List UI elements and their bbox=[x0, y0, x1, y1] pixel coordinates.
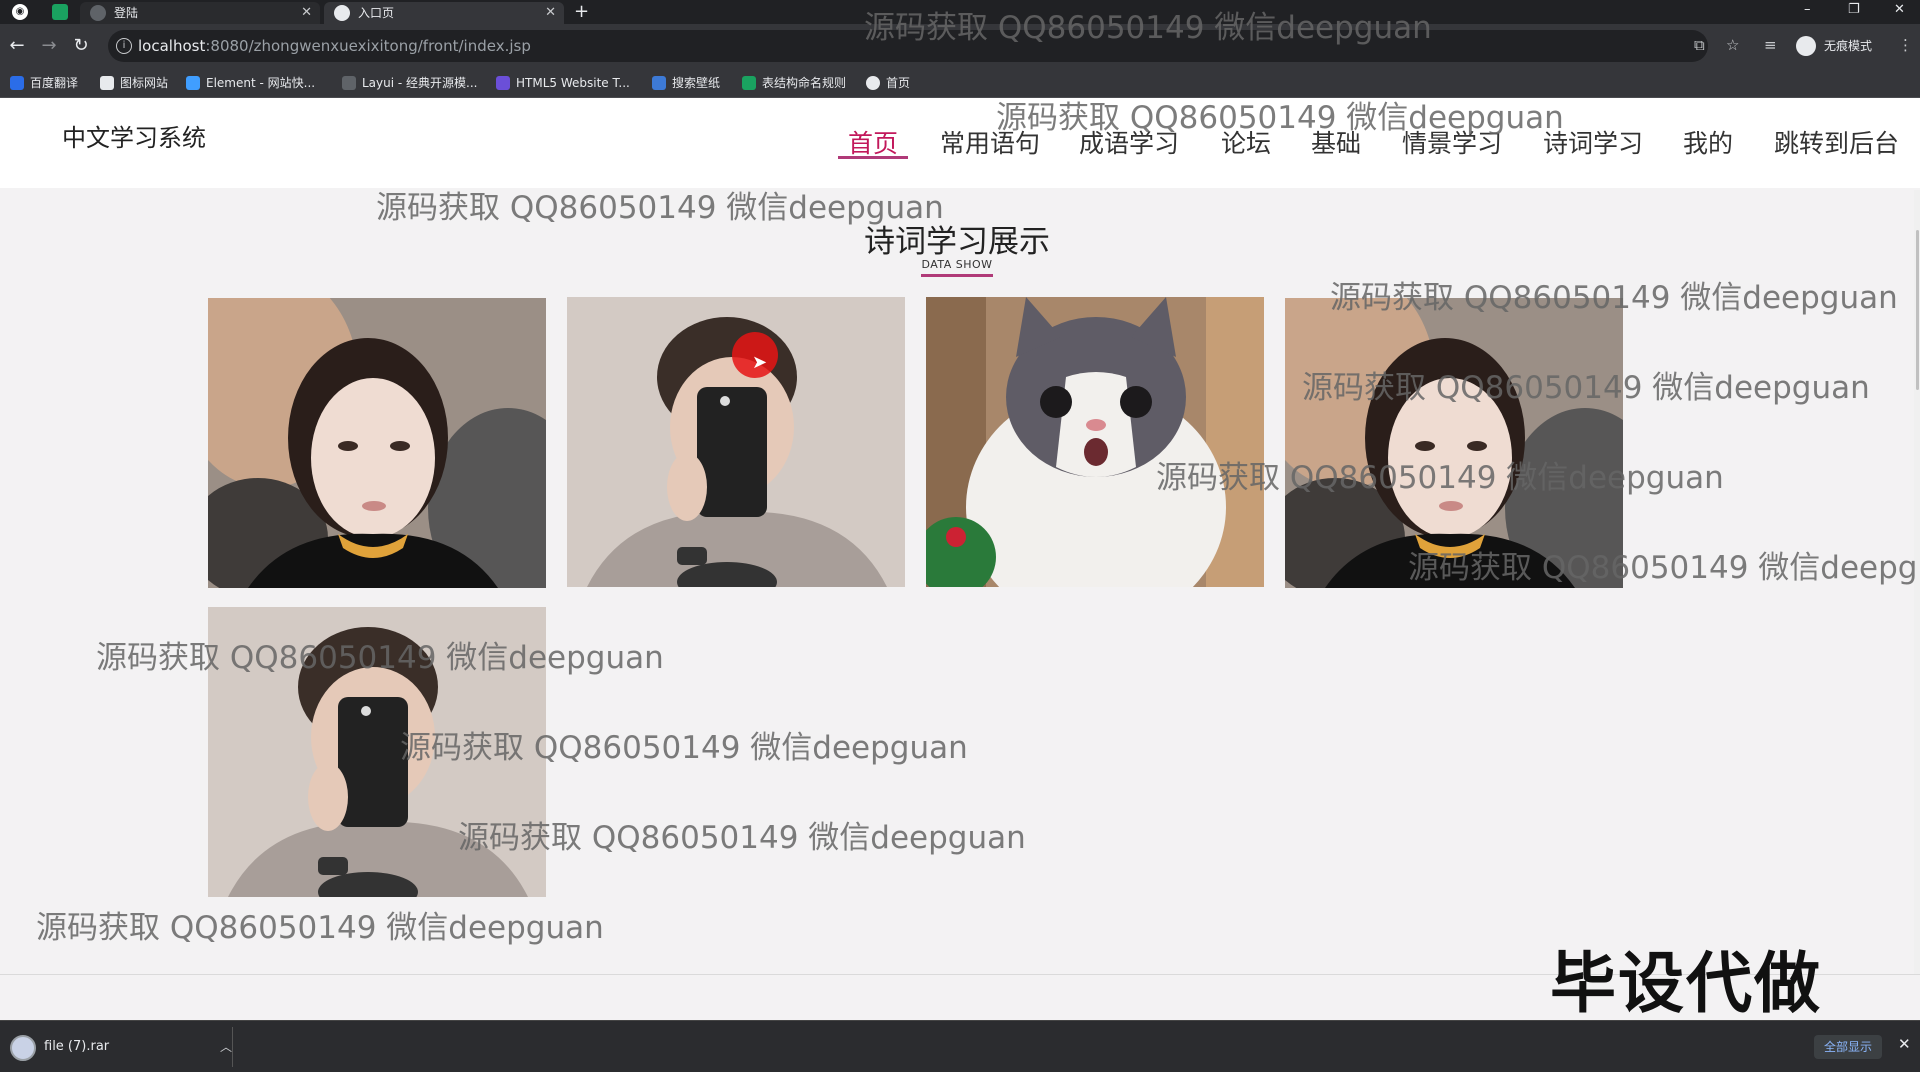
nav-scenario[interactable]: 情景学习 bbox=[1402, 124, 1502, 160]
tab-login[interactable]: 登陆 ✕ bbox=[80, 2, 320, 24]
promo-stamp: 毕设代做 bbox=[1550, 945, 1822, 1022]
nav-basics[interactable]: 基础 bbox=[1311, 124, 1361, 160]
site-header: 中文学习系统 首页 常用语句 成语学习 论坛 基础 情景学习 诗词学习 我的 跳… bbox=[0, 98, 1920, 188]
incognito-label: 无痕模式 bbox=[1824, 39, 1873, 53]
wallpaper-bookmark-icon bbox=[652, 76, 666, 90]
incognito-badge[interactable]: 无痕模式 bbox=[1796, 32, 1872, 60]
translate-icon[interactable]: ⧉ bbox=[1694, 36, 1705, 54]
sheet-bookmark-icon bbox=[742, 76, 756, 90]
browser-menu-kebab-icon[interactable]: ⋮ bbox=[1898, 36, 1913, 54]
translate-bookmark-icon bbox=[10, 76, 24, 90]
active-nav-underline bbox=[838, 156, 908, 159]
tab-label: 入口页 bbox=[358, 6, 395, 20]
scrollbar-thumb[interactable] bbox=[1916, 230, 1919, 390]
cat-image bbox=[926, 297, 1264, 587]
close-download-bar-icon[interactable]: ✕ bbox=[1898, 1035, 1911, 1053]
section-title: 诗词学习展示 bbox=[864, 224, 1050, 260]
boy-selfie-image bbox=[208, 607, 546, 897]
girl-portrait-image bbox=[1285, 298, 1623, 588]
globe-bookmark-icon bbox=[866, 76, 880, 90]
bookmark-item[interactable]: 首页 bbox=[866, 74, 910, 92]
site-info-icon[interactable]: i bbox=[116, 38, 132, 54]
app-tab-icon[interactable] bbox=[52, 4, 68, 20]
nav-poetry[interactable]: 诗词学习 bbox=[1543, 124, 1643, 160]
bookmark-item[interactable]: 搜索壁纸 bbox=[652, 74, 720, 92]
url-text: localhost:8080/zhongwenxuexixitong/front… bbox=[138, 37, 531, 55]
bookmark-item[interactable]: Element - 网站快... bbox=[186, 74, 315, 92]
bookmark-item[interactable]: 百度翻译 bbox=[10, 74, 78, 92]
section-underline bbox=[921, 274, 993, 277]
bookmark-item[interactable]: 图标网站 bbox=[100, 74, 168, 92]
archive-file-icon bbox=[10, 1035, 36, 1061]
reload-icon[interactable]: ↻ bbox=[70, 35, 92, 57]
nav-forum[interactable]: 论坛 bbox=[1221, 124, 1271, 160]
bookmarks-bar: 百度翻译 图标网站 Element - 网站快... Layui - 经典开源模… bbox=[0, 68, 1920, 98]
tab-close-icon[interactable]: ✕ bbox=[545, 2, 556, 24]
poetry-card[interactable] bbox=[208, 298, 546, 588]
bookmark-star-icon[interactable]: ☆ bbox=[1726, 36, 1739, 54]
site-logo[interactable]: 中文学习系统 bbox=[62, 118, 206, 153]
new-tab-button[interactable]: + bbox=[574, 0, 589, 24]
flag-bookmark-icon bbox=[100, 76, 114, 90]
download-separator bbox=[232, 1027, 233, 1067]
tab-label: 登陆 bbox=[114, 6, 139, 20]
tab-favicon-icon bbox=[90, 5, 106, 21]
restore-icon[interactable]: ❐ bbox=[1848, 0, 1860, 20]
bookmark-item[interactable]: Layui - 经典开源模... bbox=[342, 74, 477, 92]
nav-common-phrases[interactable]: 常用语句 bbox=[940, 124, 1040, 160]
tab-favicon-icon bbox=[334, 5, 350, 21]
reading-list-icon[interactable]: ≡ bbox=[1764, 36, 1777, 54]
bookmark-item[interactable]: HTML5 Website T... bbox=[496, 74, 630, 92]
download-filename: file (7).rar bbox=[44, 1039, 110, 1054]
nav-idioms[interactable]: 成语学习 bbox=[1079, 124, 1179, 160]
browser-tab-strip: ◉ 登陆 ✕ 入口页 ✕ + – ❐ ✕ bbox=[0, 0, 1920, 24]
chevron-up-icon[interactable]: ︿ bbox=[220, 1033, 232, 1061]
browser-menu-icon[interactable]: ◉ bbox=[12, 4, 28, 20]
poetry-card[interactable] bbox=[1285, 298, 1623, 588]
nav-mine[interactable]: 我的 bbox=[1683, 124, 1733, 160]
layui-bookmark-icon bbox=[342, 76, 356, 90]
html5-bookmark-icon bbox=[496, 76, 510, 90]
incognito-icon bbox=[1796, 36, 1816, 56]
bookmark-item[interactable]: 表结构命名规则 bbox=[742, 74, 846, 92]
mouse-pointer-icon: ➤ bbox=[752, 352, 768, 373]
tab-close-icon[interactable]: ✕ bbox=[301, 2, 312, 24]
nav-admin[interactable]: 跳转到后台 bbox=[1774, 124, 1899, 160]
section-subtitle: DATA SHOW bbox=[921, 258, 993, 271]
download-item[interactable]: file (7).rar ︿ bbox=[10, 1033, 232, 1061]
element-bookmark-icon bbox=[186, 76, 200, 90]
forward-icon[interactable]: → bbox=[38, 35, 60, 57]
url-input[interactable]: i localhost:8080/zhongwenxuexixitong/fro… bbox=[108, 30, 1708, 62]
nav-home[interactable]: 首页 bbox=[848, 124, 898, 160]
download-bar: file (7).rar ︿ 全部显示 ✕ bbox=[0, 1020, 1920, 1072]
minimize-icon[interactable]: – bbox=[1804, 0, 1811, 20]
poetry-card[interactable] bbox=[208, 607, 546, 897]
tab-entry-page[interactable]: 入口页 ✕ bbox=[324, 2, 564, 24]
back-icon[interactable]: ← bbox=[6, 35, 28, 57]
address-bar-row: ← → ↻ i localhost:8080/zhongwenxuexixito… bbox=[0, 24, 1920, 68]
show-all-downloads-button[interactable]: 全部显示 bbox=[1814, 1035, 1883, 1059]
watermark: 源码获取 QQ86050149 微信deepguan bbox=[36, 910, 604, 946]
girl-portrait-image bbox=[208, 298, 546, 588]
close-window-icon[interactable]: ✕ bbox=[1894, 0, 1905, 20]
poetry-card[interactable] bbox=[926, 297, 1264, 587]
